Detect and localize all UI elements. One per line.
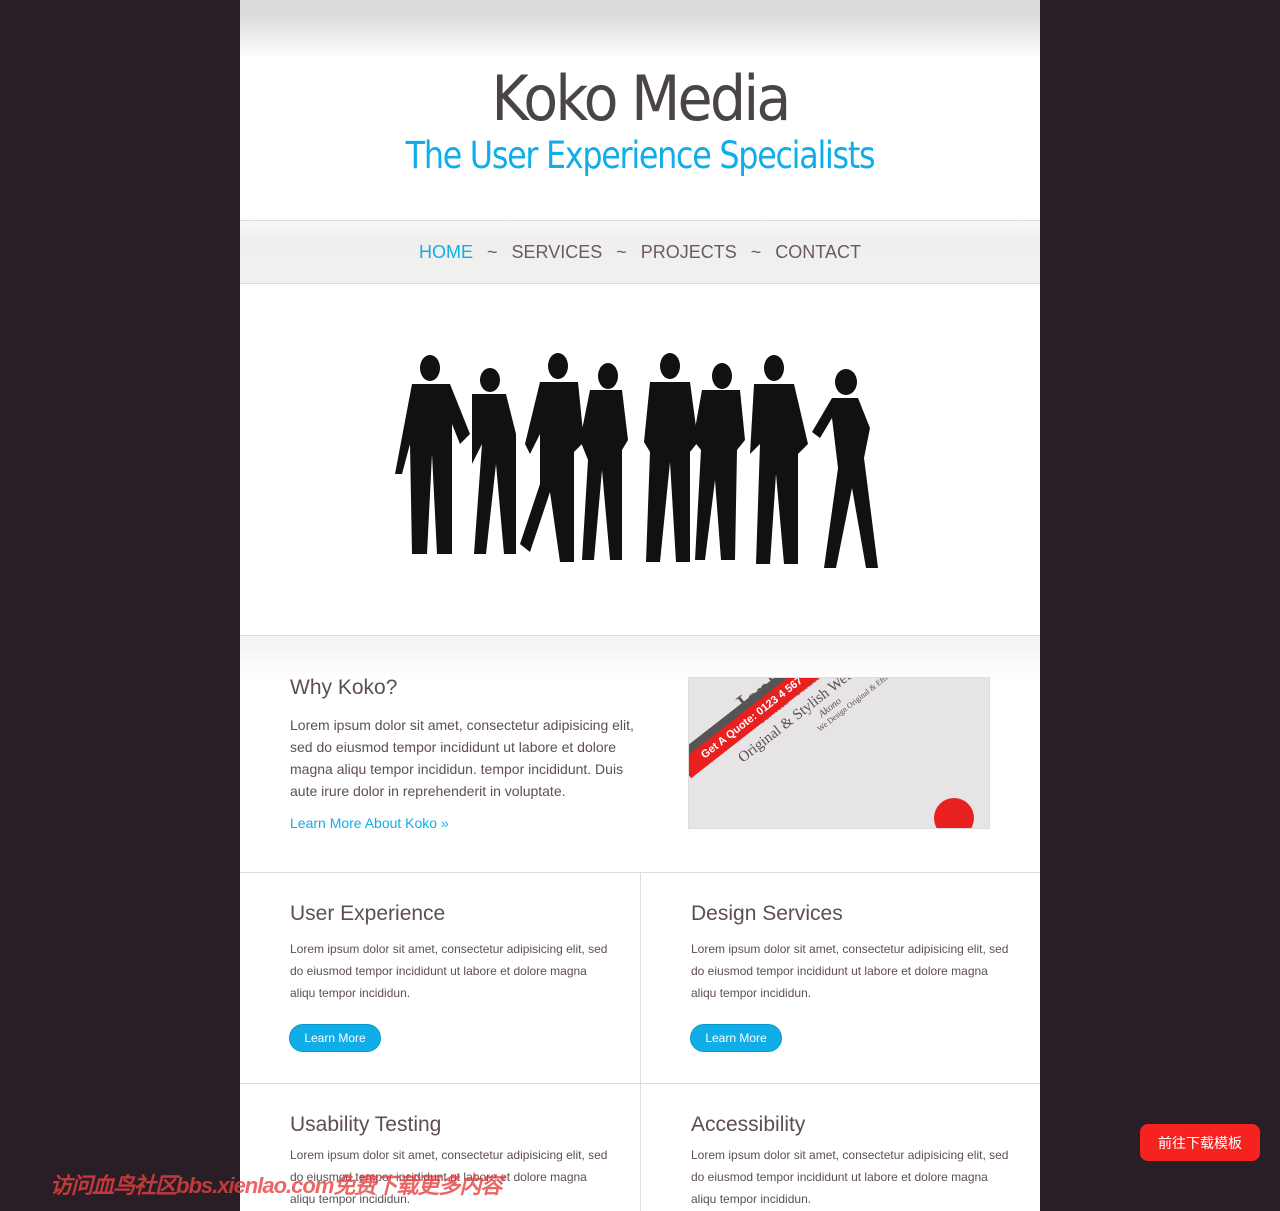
people-silhouette-image — [395, 353, 878, 568]
learn-more-button[interactable]: Learn More — [289, 1024, 381, 1052]
portfolio-screenshot[interactable]: Get A Quote: 0123 4 567 Jenko Design -- … — [688, 677, 990, 829]
page: Koko Media The User Experience Specialis… — [240, 0, 1040, 1211]
feature-title: Usability Testing — [290, 1113, 442, 1136]
nav-projects[interactable]: PROJECTS — [641, 242, 737, 263]
tagline: The User Experience Specialists — [405, 134, 876, 177]
feature-body: Lorem ipsum dolor sit amet, consectetur … — [691, 942, 1009, 1000]
hero-banner — [240, 284, 1040, 636]
nav-contact[interactable]: CONTACT — [775, 242, 861, 263]
brand-name: Koko Media — [491, 62, 791, 135]
red-badge — [934, 798, 974, 828]
nav-separator: ~ — [487, 241, 498, 262]
feature-title: Accessibility — [691, 1113, 806, 1136]
why-title: Why Koko? — [290, 676, 398, 699]
download-template-button[interactable]: 前往下载模板 — [1140, 1124, 1260, 1161]
top-band — [240, 0, 1040, 58]
feature-accessibility: Accessibility Lorem ipsum dolor sit amet… — [640, 1084, 1040, 1211]
learn-more-about-link[interactable]: Learn More About Koko » — [290, 815, 449, 831]
nav-services[interactable]: SERVICES — [512, 242, 603, 263]
main-nav: HOME ~ SERVICES ~ PROJECTS ~ CONTACT — [240, 220, 1040, 284]
watermark-text: 访问血鸟社区bbs.xienlao.com免费下载更多内容 — [50, 1173, 502, 1198]
why-body: Lorem ipsum dolor sit amet, consectetur … — [290, 717, 634, 799]
feature-title: Design Services — [691, 902, 843, 925]
feature-design-services: Design Services Lorem ipsum dolor sit am… — [640, 873, 1040, 1084]
feature-body: Lorem ipsum dolor sit amet, consectetur … — [691, 1148, 1009, 1206]
nav-home[interactable]: HOME — [419, 242, 473, 263]
feature-user-experience: User Experience Lorem ipsum dolor sit am… — [240, 873, 640, 1084]
nav-separator: ~ — [750, 241, 762, 262]
feature-body: Lorem ipsum dolor sit amet, consectetur … — [290, 942, 608, 1000]
logo[interactable]: Koko Media The User Experience Specialis… — [240, 64, 1040, 178]
nav-separator: ~ — [616, 241, 627, 262]
learn-more-button[interactable]: Learn More — [690, 1024, 782, 1052]
why-koko-section: Why Koko? Lorem ipsum dolor sit amet, co… — [240, 636, 1040, 873]
feature-title: User Experience — [290, 902, 446, 925]
